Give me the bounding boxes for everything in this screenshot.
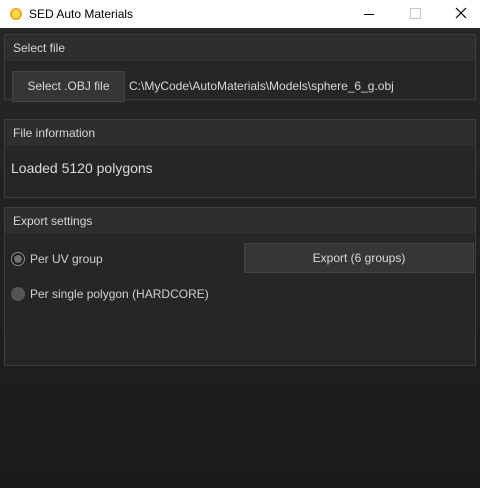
file-information-header: File information bbox=[5, 120, 475, 147]
close-button[interactable] bbox=[438, 0, 480, 28]
minimize-icon bbox=[364, 14, 374, 15]
minimize-button[interactable] bbox=[346, 0, 392, 28]
file-path-label: C:\MyCode\AutoMaterials\Models\sphere_6_… bbox=[129, 79, 394, 93]
sun-icon bbox=[10, 8, 22, 20]
select-file-header: Select file bbox=[5, 35, 475, 62]
maximize-button[interactable] bbox=[392, 0, 438, 28]
title-bar: SED Auto Materials bbox=[0, 0, 480, 28]
per-single-polygon-radio bbox=[11, 287, 25, 301]
select-file-group: Select file Select .OBJ file C:\MyCode\A… bbox=[4, 34, 476, 102]
export-settings-header: Export settings bbox=[5, 208, 475, 235]
select-obj-file-button[interactable]: Select .OBJ file bbox=[12, 71, 125, 102]
per-uv-group-label[interactable]: Per UV group bbox=[30, 252, 103, 266]
polygon-count-status: Loaded 5120 polygons bbox=[11, 160, 153, 176]
per-single-polygon-label: Per single polygon (HARDCORE) bbox=[30, 287, 209, 301]
window-title: SED Auto Materials bbox=[29, 7, 134, 21]
maximize-icon bbox=[410, 8, 421, 19]
export-button[interactable]: Export (6 groups) bbox=[244, 243, 474, 273]
close-icon bbox=[455, 7, 467, 19]
export-settings-group: Export settings Per UV group Per single … bbox=[4, 207, 476, 366]
file-information-group: File information Loaded 5120 polygons bbox=[4, 119, 476, 198]
per-uv-group-radio[interactable] bbox=[11, 252, 25, 266]
main-window: Select file Select .OBJ file C:\MyCode\A… bbox=[0, 28, 480, 488]
